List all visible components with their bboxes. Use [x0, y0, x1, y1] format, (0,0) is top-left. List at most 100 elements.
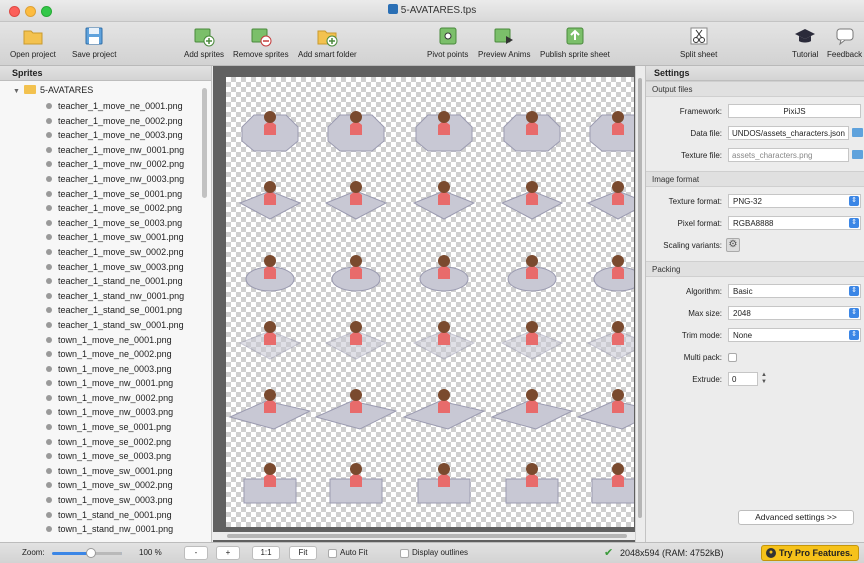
avatar-head [612, 181, 624, 193]
add-smart-folder-button[interactable]: Add smart folder [298, 25, 357, 59]
multi-pack-label: Multi pack: [683, 353, 722, 362]
sprite-file-icon [46, 497, 52, 504]
sprite-list-item[interactable]: teacher_1_move_ne_0002.png [46, 114, 206, 129]
pixel-format-select[interactable]: RGBA8888 ⇕ [728, 216, 861, 230]
zoom-in-button[interactable]: + [216, 546, 240, 560]
pivot-points-button[interactable]: Pivot points [427, 25, 468, 59]
sprite-cell [417, 463, 471, 504]
sprite-cell [412, 321, 476, 360]
sprite-file-label: town_1_move_sw_0001.png [58, 465, 173, 476]
canvas-vertical-scrollbar[interactable] [635, 66, 644, 542]
sprite-list-item[interactable]: teacher_1_move_nw_0002.png [46, 157, 206, 172]
remove-sprites-button[interactable]: Remove sprites [233, 25, 289, 59]
sprite-cell [412, 181, 476, 220]
texture-format-row: Texture format: PNG-32 ⇕ [646, 191, 864, 213]
max-size-select[interactable]: 2048 ⇕ [728, 306, 861, 320]
horizontal-scroll-thumb[interactable] [227, 534, 627, 538]
sprite-list-item[interactable]: town_1_move_se_0001.png [46, 420, 206, 435]
gear-icon[interactable]: ⚙ [726, 238, 740, 252]
try-pro-features-button[interactable]: ● Try Pro Features. [761, 545, 859, 561]
sprite-list-item[interactable]: teacher_1_stand_sw_0001.png [46, 318, 206, 333]
pixel-format-row: Pixel format: RGBA8888 ⇕ [646, 213, 864, 235]
sprite-list-item[interactable]: town_1_move_nw_0001.png [46, 376, 206, 391]
framework-selector[interactable]: PixiJS [728, 104, 861, 118]
sprite-list-item[interactable]: town_1_move_sw_0003.png [46, 493, 206, 508]
tutorial-button[interactable]: Tutorial [792, 25, 818, 59]
root-folder[interactable]: ▼ 5-AVATARES [13, 85, 93, 95]
sprite-list-item[interactable]: town_1_move_ne_0001.png [46, 333, 206, 348]
texture-file-row: Texture file: assets_characters.png [646, 145, 864, 167]
sprite-list-item[interactable]: town_1_move_sw_0002.png [46, 478, 206, 493]
sprite-list-item[interactable]: teacher_1_move_se_0002.png [46, 201, 206, 216]
add-sprites-icon [194, 28, 215, 47]
zoom-fit-button[interactable]: Fit [289, 546, 317, 560]
publish-sprite-sheet-button[interactable]: Publish sprite sheet [540, 25, 610, 59]
vertical-scroll-thumb[interactable] [638, 78, 642, 518]
texture-file-folder-icon[interactable] [852, 150, 863, 159]
sprite-list-item[interactable]: teacher_1_stand_se_0001.png [46, 303, 206, 318]
sprite-list-item[interactable]: town_1_move_nw_0003.png [46, 405, 206, 420]
zoom-one-to-one-button[interactable]: 1:1 [252, 546, 280, 560]
sprite-list-item[interactable]: teacher_1_stand_nw_0001.png [46, 289, 206, 304]
extrude-input[interactable]: 0 [728, 372, 758, 386]
sprite-list-item[interactable]: teacher_1_stand_ne_0001.png [46, 274, 206, 289]
sprite-list-item[interactable]: teacher_1_move_sw_0001.png [46, 230, 206, 245]
open-project-button[interactable]: Open project [10, 25, 56, 59]
sprite-list-item[interactable]: town_1_move_ne_0003.png [46, 362, 206, 377]
multi-pack-checkbox[interactable] [728, 353, 737, 362]
sprite-list-item[interactable]: teacher_1_move_sw_0003.png [46, 260, 206, 275]
algorithm-select[interactable]: Basic ⇕ [728, 284, 861, 298]
sprite-list-item[interactable]: teacher_1_move_se_0001.png [46, 187, 206, 202]
speech-bubble-icon [836, 28, 854, 46]
sprite-cell [402, 389, 486, 430]
sprite-list-item[interactable]: town_1_move_ne_0002.png [46, 347, 206, 362]
texture-file-field[interactable]: assets_characters.png [728, 148, 849, 162]
data-file-field[interactable]: UNDOS/assets_characters.json [728, 126, 849, 140]
sprite-list-item[interactable]: town_1_stand_nw_0001.png [46, 522, 206, 537]
sprite-list-item[interactable]: town_1_move_se_0002.png [46, 435, 206, 450]
sprites-scrollbar[interactable] [202, 88, 207, 198]
sprite-file-label: teacher_1_move_ne_0002.png [58, 115, 183, 126]
canvas-horizontal-scrollbar[interactable] [213, 532, 635, 540]
avatar-torso [350, 192, 362, 205]
split-sheet-button[interactable]: Split sheet [680, 25, 717, 59]
floppy-disk-icon [85, 27, 103, 45]
sprite-list-item[interactable]: town_1_stand_ne_0001.png [46, 508, 206, 523]
feedback-button[interactable]: Feedback [827, 25, 862, 59]
avatar-torso [526, 474, 538, 487]
texture-format-select[interactable]: PNG-32 ⇕ [728, 194, 861, 208]
sprite-list-item[interactable]: teacher_1_move_ne_0003.png [46, 128, 206, 143]
add-sprites-button[interactable]: Add sprites [184, 25, 224, 59]
sprite-list-item[interactable]: town_1_move_se_0003.png [46, 449, 206, 464]
sprite-list-item[interactable]: teacher_1_move_ne_0001.png [46, 99, 206, 114]
trim-mode-select[interactable]: None ⇕ [728, 328, 861, 342]
sprite-file-label: teacher_1_stand_se_0001.png [58, 305, 183, 316]
sprite-file-icon [46, 205, 52, 212]
preview-anims-button[interactable]: Preview Anims [478, 25, 530, 59]
sprite-list-item[interactable]: teacher_1_move_nw_0003.png [46, 172, 206, 187]
zoom-slider-knob[interactable] [85, 548, 96, 558]
sprite-list-item[interactable]: town_1_move_sw_0001.png [46, 464, 206, 479]
display-outlines-checkbox[interactable] [400, 549, 409, 558]
sprite-file-icon [46, 336, 52, 343]
sprite-list-item[interactable]: town_1_move_nw_0002.png [46, 391, 206, 406]
sprite-sheet-preview[interactable] [226, 77, 634, 527]
avatar-torso [526, 122, 538, 135]
sprite-cell [576, 389, 634, 430]
auto-fit-checkbox[interactable] [328, 549, 337, 558]
disclosure-triangle-icon[interactable]: ▼ [13, 88, 20, 95]
bottom-bar: Zoom: 100 % - + 1:1 Fit Auto Fit Display… [0, 542, 864, 563]
sprite-list-item[interactable]: teacher_1_move_nw_0001.png [46, 143, 206, 158]
sprite-list-item[interactable]: teacher_1_move_se_0003.png [46, 216, 206, 231]
extrude-stepper[interactable]: ▲ ▼ [760, 372, 768, 386]
zoom-out-button[interactable]: - [184, 546, 208, 560]
sprite-cell [500, 181, 564, 220]
sprite-cell [238, 181, 302, 220]
avatar-head [526, 321, 538, 333]
advanced-settings-button[interactable]: Advanced settings >> [738, 510, 854, 525]
feedback-label: Feedback [827, 50, 863, 59]
data-file-folder-icon[interactable] [852, 128, 863, 137]
sprite-list-item[interactable]: teacher_1_move_sw_0002.png [46, 245, 206, 260]
save-project-button[interactable]: Save project [72, 25, 116, 59]
sprite-file-icon [46, 219, 52, 226]
